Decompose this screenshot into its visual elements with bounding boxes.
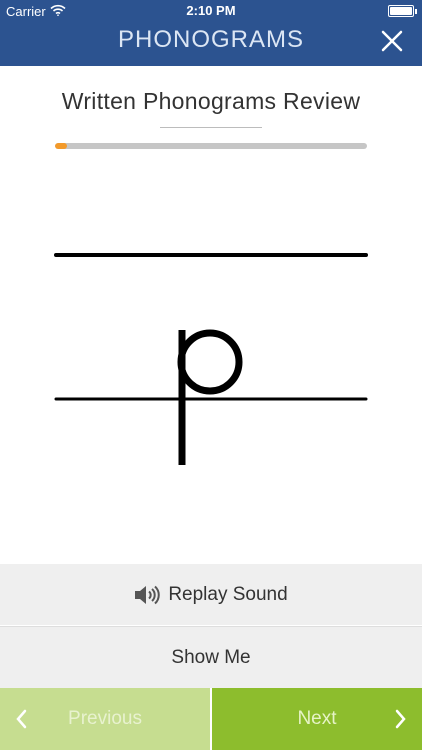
previous-button[interactable]: Previous	[0, 688, 210, 750]
chevron-right-icon	[395, 709, 406, 729]
title-divider	[160, 127, 262, 128]
chevron-left-icon	[16, 709, 27, 729]
replay-sound-button[interactable]: Replay Sound	[0, 564, 422, 625]
previous-label: Previous	[68, 708, 142, 729]
progress-fill	[55, 143, 68, 149]
app-title: PHONOGRAMS	[117, 26, 304, 53]
next-label: Next	[297, 708, 337, 729]
show-me-button[interactable]: Show Me	[0, 626, 422, 688]
battery-icon	[388, 5, 417, 17]
next-button[interactable]: Next	[212, 688, 422, 750]
show-me-label: Show Me	[171, 646, 251, 668]
clock: 2:10 PM	[186, 3, 236, 18]
replay-sound-label: Replay Sound	[168, 583, 288, 605]
writing-area	[0, 200, 422, 500]
status-bar: Carrier 2:10 PM	[0, 0, 422, 22]
progress-bar	[55, 143, 367, 149]
close-icon[interactable]	[378, 27, 406, 55]
review-title: Written Phonograms Review	[61, 88, 361, 114]
app-header: Carrier 2:10 PM PHONOGRAMS	[0, 0, 422, 66]
speaker-icon	[135, 585, 160, 604]
